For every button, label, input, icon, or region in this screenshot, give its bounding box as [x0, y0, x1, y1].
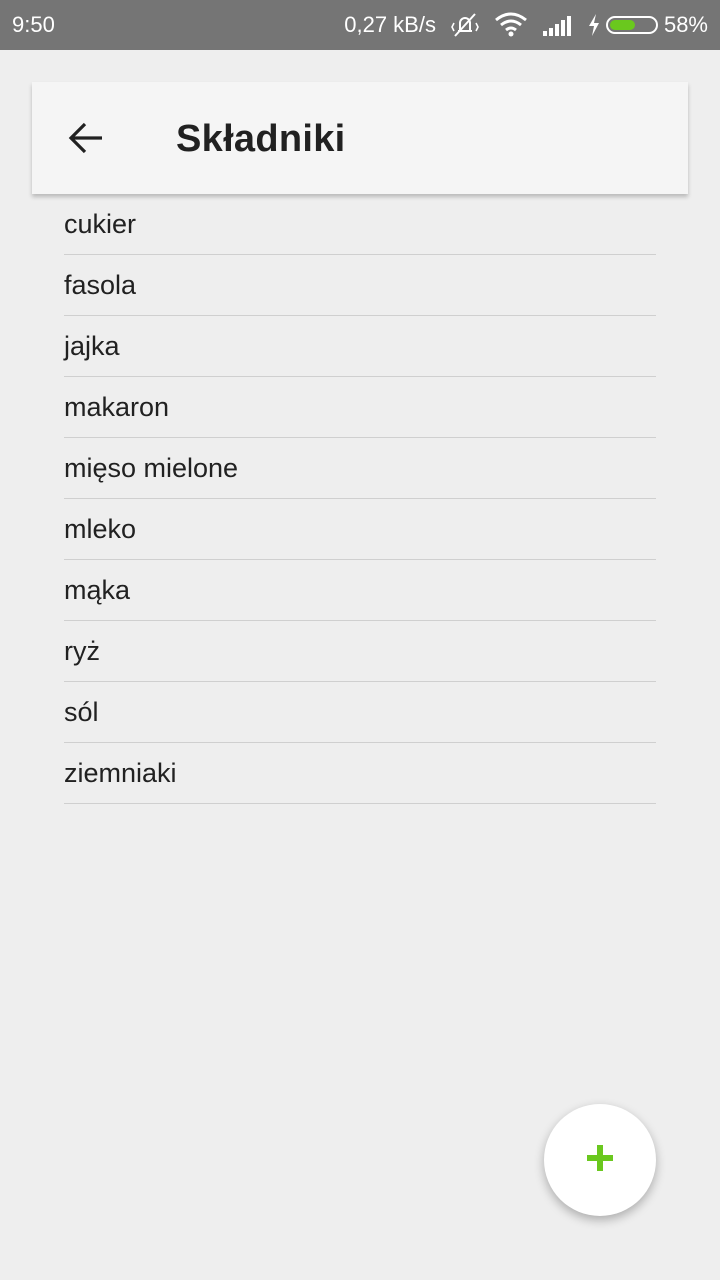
ingredient-label: mąka — [64, 574, 131, 605]
wifi-icon — [494, 12, 528, 38]
status-time: 9:50 — [12, 12, 55, 37]
ingredient-label: mleko — [64, 513, 137, 544]
add-ingredient-button[interactable] — [544, 1104, 656, 1216]
ingredient-label: cukier — [64, 208, 137, 239]
ingredient-list-item[interactable]: mięso mielone — [64, 438, 656, 499]
status-bar: 9:50 0,27 kB/s 58% — [0, 0, 720, 50]
ingredient-label: mięso mielone — [64, 452, 239, 483]
battery-percent: 58% — [663, 12, 708, 37]
ingredient-list-item[interactable]: ziemniaki — [64, 743, 656, 804]
ingredient-label: jajka — [64, 330, 120, 361]
page-title: Składniki — [176, 118, 346, 160]
status-icons: 0,27 kB/s 58% — [344, 11, 708, 39]
ingredient-label: ryż — [64, 635, 100, 666]
ingredient-list-item[interactable]: sól — [64, 682, 656, 743]
ingredient-label: ziemniaki — [64, 757, 177, 788]
ingredient-label: sól — [64, 696, 99, 727]
mute-vibrate-icon — [450, 11, 480, 39]
cellular-signal-icon — [542, 14, 574, 36]
battery-level-fill — [609, 20, 636, 30]
plus-icon — [586, 1144, 614, 1177]
app-bar: Składniki — [32, 82, 688, 194]
charging-icon — [588, 14, 600, 36]
arrow-back-icon — [68, 122, 104, 160]
ingredient-list-item[interactable]: jajka — [64, 316, 656, 377]
ingredient-list-item[interactable]: cukier — [64, 194, 656, 255]
ingredient-list-item[interactable]: fasola — [64, 255, 656, 316]
battery-icon — [605, 16, 658, 34]
ingredient-label: fasola — [64, 269, 137, 300]
ingredient-list-item[interactable]: mleko — [64, 499, 656, 560]
back-button[interactable] — [68, 120, 104, 156]
battery-indicator: 58% — [588, 12, 708, 38]
ingredient-list: cukier fasola jajka makaron mięso mielone mle… — [64, 194, 656, 804]
ingredient-list-item[interactable]: ryż — [64, 621, 656, 682]
ingredient-list-item[interactable]: makaron — [64, 377, 656, 438]
ingredient-label: makaron — [64, 391, 170, 422]
ingredient-list-item[interactable]: mąka — [64, 560, 656, 621]
network-speed: 0,27 kB/s — [344, 12, 436, 37]
